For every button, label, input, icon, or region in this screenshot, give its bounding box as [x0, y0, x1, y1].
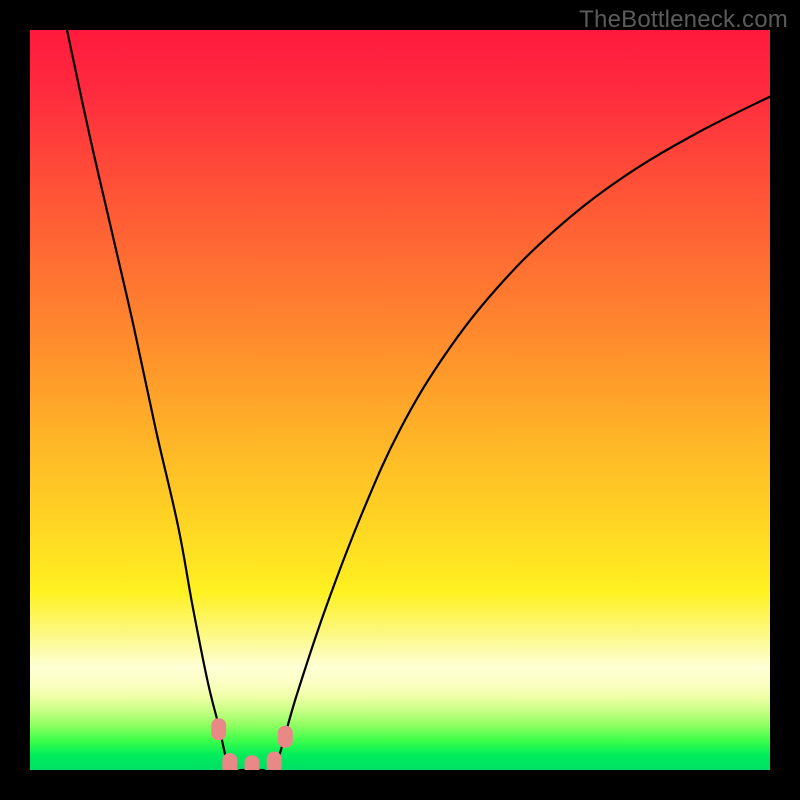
chart-frame: TheBottleneck.com [0, 0, 800, 800]
watermark-text: TheBottleneck.com [579, 6, 788, 34]
gradient-background [30, 30, 770, 770]
plot-area [30, 30, 770, 770]
